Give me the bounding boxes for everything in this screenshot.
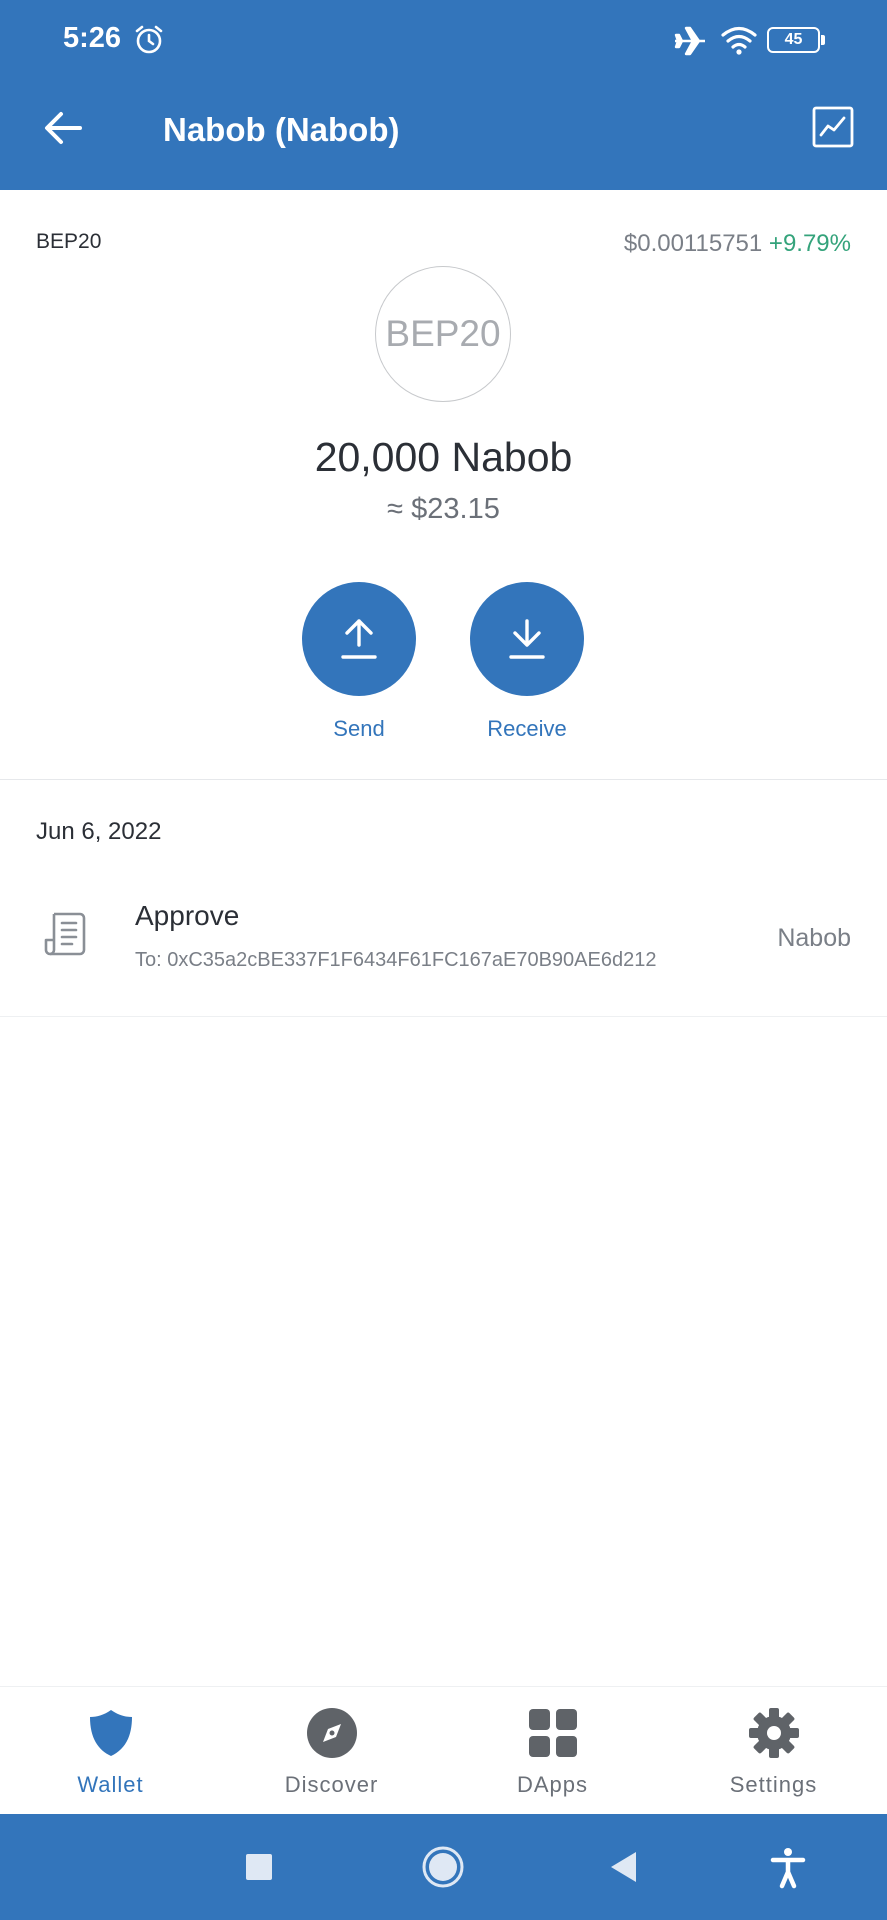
system-navigation-bar [0,1814,887,1920]
battery-indicator: 45 [767,27,825,53]
compass-icon [307,1708,357,1758]
price-row: $0.00115751 +9.79% [624,230,851,258]
token-logo-text: BEP20 [385,313,501,354]
gear-icon [749,1708,799,1758]
nav-item-settings[interactable]: Settings [663,1687,884,1815]
transaction-title: Approve [135,900,240,931]
nav-label-wallet: Wallet [77,1772,144,1797]
back-arrow-icon[interactable] [40,105,86,151]
nav-item-discover[interactable]: Discover [221,1687,442,1815]
battery-tip [821,35,825,45]
contract-document-icon [44,912,86,956]
page-title: Nabob (Nabob) [163,111,400,148]
fiat-balance: ≈ $23.15 [387,493,500,525]
price-change: +9.79% [768,230,851,257]
send-button[interactable]: Send [289,582,429,742]
transaction-address: To: 0xC35a2cBE337F1F6434F61FC167aE70B90A… [135,949,657,971]
transaction-amount: Nabob [777,924,851,952]
transaction-date-header: Jun 6, 2022 [36,818,162,845]
receive-circle[interactable] [470,582,584,696]
app-bar: Nabob (Nabob) [0,80,887,190]
upload-arrow-icon [341,619,377,659]
grid-icon [529,1709,577,1757]
wifi-icon [721,26,757,55]
status-time: 5:26 [63,22,122,54]
nav-label-discover: Discover [284,1772,379,1797]
send-label: Send [333,716,385,741]
shield-icon [90,1710,132,1756]
recent-apps-icon[interactable] [236,1844,282,1890]
bottom-navigation: Wallet Discover DApps Settings [0,1686,887,1814]
network-label: BEP20 [36,230,102,253]
token-price: $0.00115751 [623,230,763,257]
send-circle[interactable] [302,582,416,696]
accessibility-icon[interactable] [765,1844,811,1890]
transaction-row[interactable]: Approve To: 0xC35a2cBE337F1F6434F61FC167… [0,872,887,1017]
download-arrow-icon [509,619,545,659]
nav-label-settings: Settings [729,1772,818,1797]
home-icon[interactable] [420,1844,466,1890]
airplane-mode-icon [674,26,705,56]
token-balance: 20,000 Nabob [314,434,573,480]
price-chart-icon[interactable] [810,104,856,150]
receive-button[interactable]: Receive [457,582,597,742]
token-logo: BEP20 [375,266,511,402]
token-header: BEP20 $0.00115751 +9.79% BEP20 20,000 Na… [0,190,887,780]
status-bar: 5:26 45 [0,0,887,80]
nav-item-wallet[interactable]: Wallet [0,1687,221,1815]
alarm-icon [135,25,163,54]
nav-label-dapps: DApps [516,1772,589,1797]
nav-item-dapps[interactable]: DApps [442,1687,663,1815]
battery-level: 45 [767,27,820,53]
back-triangle-icon[interactable] [602,1844,648,1890]
receive-label: Receive [487,716,567,741]
